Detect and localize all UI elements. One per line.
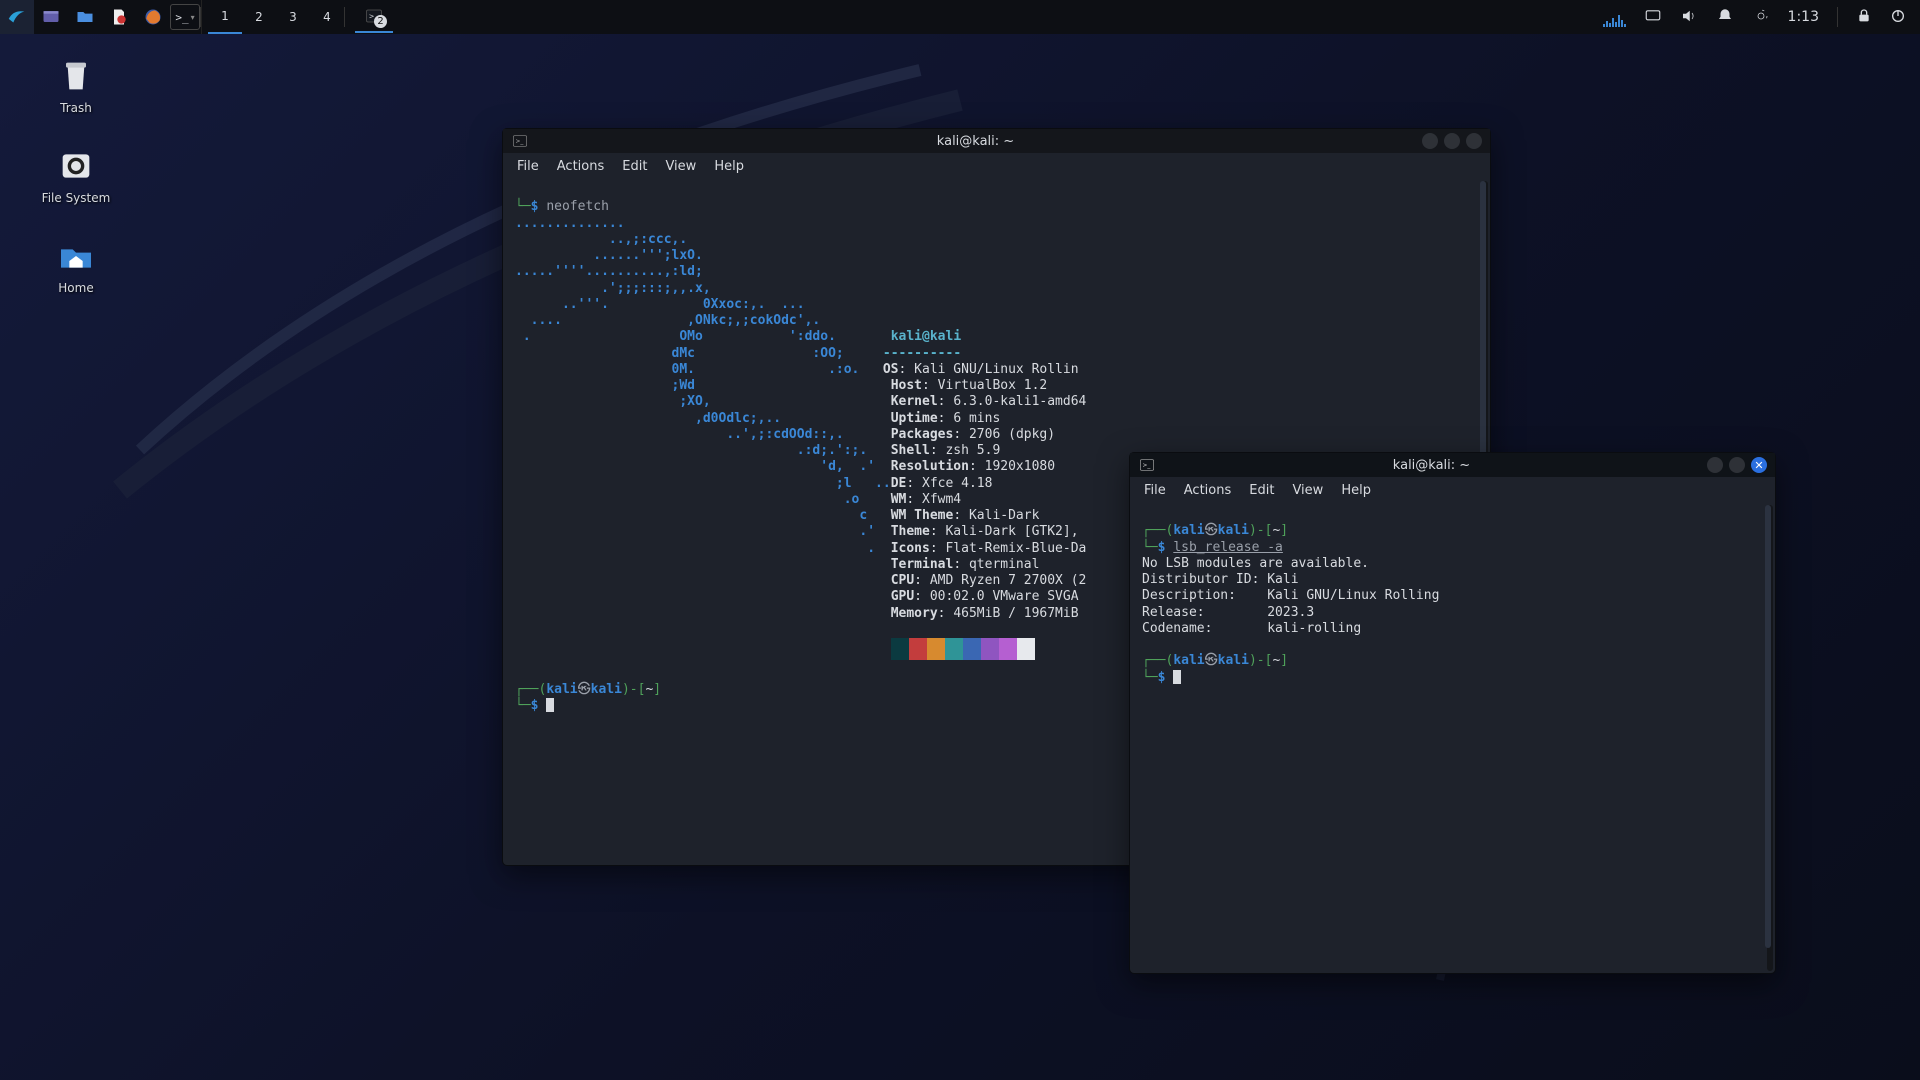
workspace-2[interactable]: 2	[242, 0, 276, 34]
taskbar-item-terminal[interactable]: >_ 2	[355, 1, 393, 33]
text-editor-launcher[interactable]	[102, 0, 136, 34]
lock-icon[interactable]	[1856, 8, 1872, 27]
menu-file-1[interactable]: File	[517, 159, 539, 174]
cursor-2	[1173, 670, 1181, 684]
menu-help-1[interactable]: Help	[714, 159, 744, 174]
maximize-button-2[interactable]	[1729, 457, 1745, 473]
minimize-button-1[interactable]	[1422, 133, 1438, 149]
menu-edit-1[interactable]: Edit	[622, 159, 647, 174]
minimize-button-2[interactable]	[1707, 457, 1723, 473]
workspace-3[interactable]: 3	[276, 0, 310, 34]
maximize-button-1[interactable]	[1444, 133, 1460, 149]
svg-text:>_: >_	[1142, 462, 1151, 469]
network-icon[interactable]	[1752, 7, 1770, 28]
top-panel: >_▾ 1 2 3 4 >_ 2 1:13	[0, 0, 1920, 34]
window-title-2: kali@kali: ~	[1156, 458, 1707, 473]
menu-view-2[interactable]: View	[1292, 483, 1323, 498]
clock[interactable]: 1:13	[1788, 9, 1819, 25]
desktop-home-label: Home	[58, 281, 93, 295]
svg-text:>_: >_	[515, 138, 524, 145]
desktop-home[interactable]: Home	[36, 235, 116, 295]
menu-edit-2[interactable]: Edit	[1249, 483, 1274, 498]
power-icon[interactable]	[1890, 8, 1906, 27]
terminal-icon: >_	[1138, 456, 1156, 474]
tray-screen-icon[interactable]	[1644, 7, 1662, 28]
panel-launchers: >_▾	[0, 0, 200, 34]
desktop-filesystem-label: File System	[42, 191, 111, 205]
neofetch-userhost: kali@kali	[891, 329, 961, 344]
filesystem-icon	[55, 145, 97, 187]
window-tasklist: >_ 2	[355, 0, 393, 34]
desktop-trash[interactable]: Trash	[36, 55, 116, 115]
desktop-icons: Trash File System Home	[36, 55, 116, 295]
home-folder-icon	[55, 235, 97, 277]
close-button-1[interactable]	[1466, 133, 1482, 149]
window-title-1: kali@kali: ~	[529, 134, 1422, 149]
cpu-graph-icon[interactable]	[1603, 7, 1626, 27]
task-badge: 2	[374, 15, 387, 28]
cursor-1	[546, 698, 554, 712]
menu-view-1[interactable]: View	[665, 159, 696, 174]
menubar-2: File Actions Edit View Help	[1130, 477, 1775, 503]
neofetch-command: neofetch	[546, 199, 609, 214]
titlebar-2[interactable]: >_ kali@kali: ~ ✕	[1130, 453, 1775, 477]
workspace-1[interactable]: 1	[208, 0, 242, 34]
desktop-filesystem[interactable]: File System	[36, 145, 116, 205]
lsb-release-command: lsb_release -a	[1173, 540, 1283, 555]
notifications-icon[interactable]	[1716, 7, 1734, 28]
terminal-icon: >_	[511, 132, 529, 150]
desktop-trash-label: Trash	[60, 101, 92, 115]
menu-file-2[interactable]: File	[1144, 483, 1166, 498]
system-tray: 1:13	[1603, 0, 1920, 34]
terminal-output-2[interactable]: ┌──(kali㉿kali)-[~] └─$ lsb_release -a No…	[1130, 503, 1775, 973]
menu-help-2[interactable]: Help	[1341, 483, 1371, 498]
volume-icon[interactable]	[1680, 7, 1698, 28]
show-desktop-button[interactable]	[34, 0, 68, 34]
menu-actions-2[interactable]: Actions	[1184, 483, 1232, 498]
workspace-4[interactable]: 4	[310, 0, 344, 34]
menu-actions-1[interactable]: Actions	[557, 159, 605, 174]
close-button-2[interactable]: ✕	[1751, 457, 1767, 473]
firefox-launcher[interactable]	[136, 0, 170, 34]
menubar-1: File Actions Edit View Help	[503, 153, 1490, 179]
file-manager-launcher[interactable]	[68, 0, 102, 34]
trash-icon	[55, 55, 97, 97]
terminal-launcher[interactable]: >_▾	[170, 4, 200, 30]
prompt-symbol: $	[531, 199, 539, 214]
neofetch-color-palette	[891, 638, 1035, 660]
kali-menu-launcher[interactable]	[0, 0, 34, 34]
terminal-window-2[interactable]: >_ kali@kali: ~ ✕ File Actions Edit View…	[1129, 452, 1776, 974]
workspace-switcher: 1 2 3 4	[201, 0, 344, 34]
titlebar-1[interactable]: >_ kali@kali: ~	[503, 129, 1490, 153]
